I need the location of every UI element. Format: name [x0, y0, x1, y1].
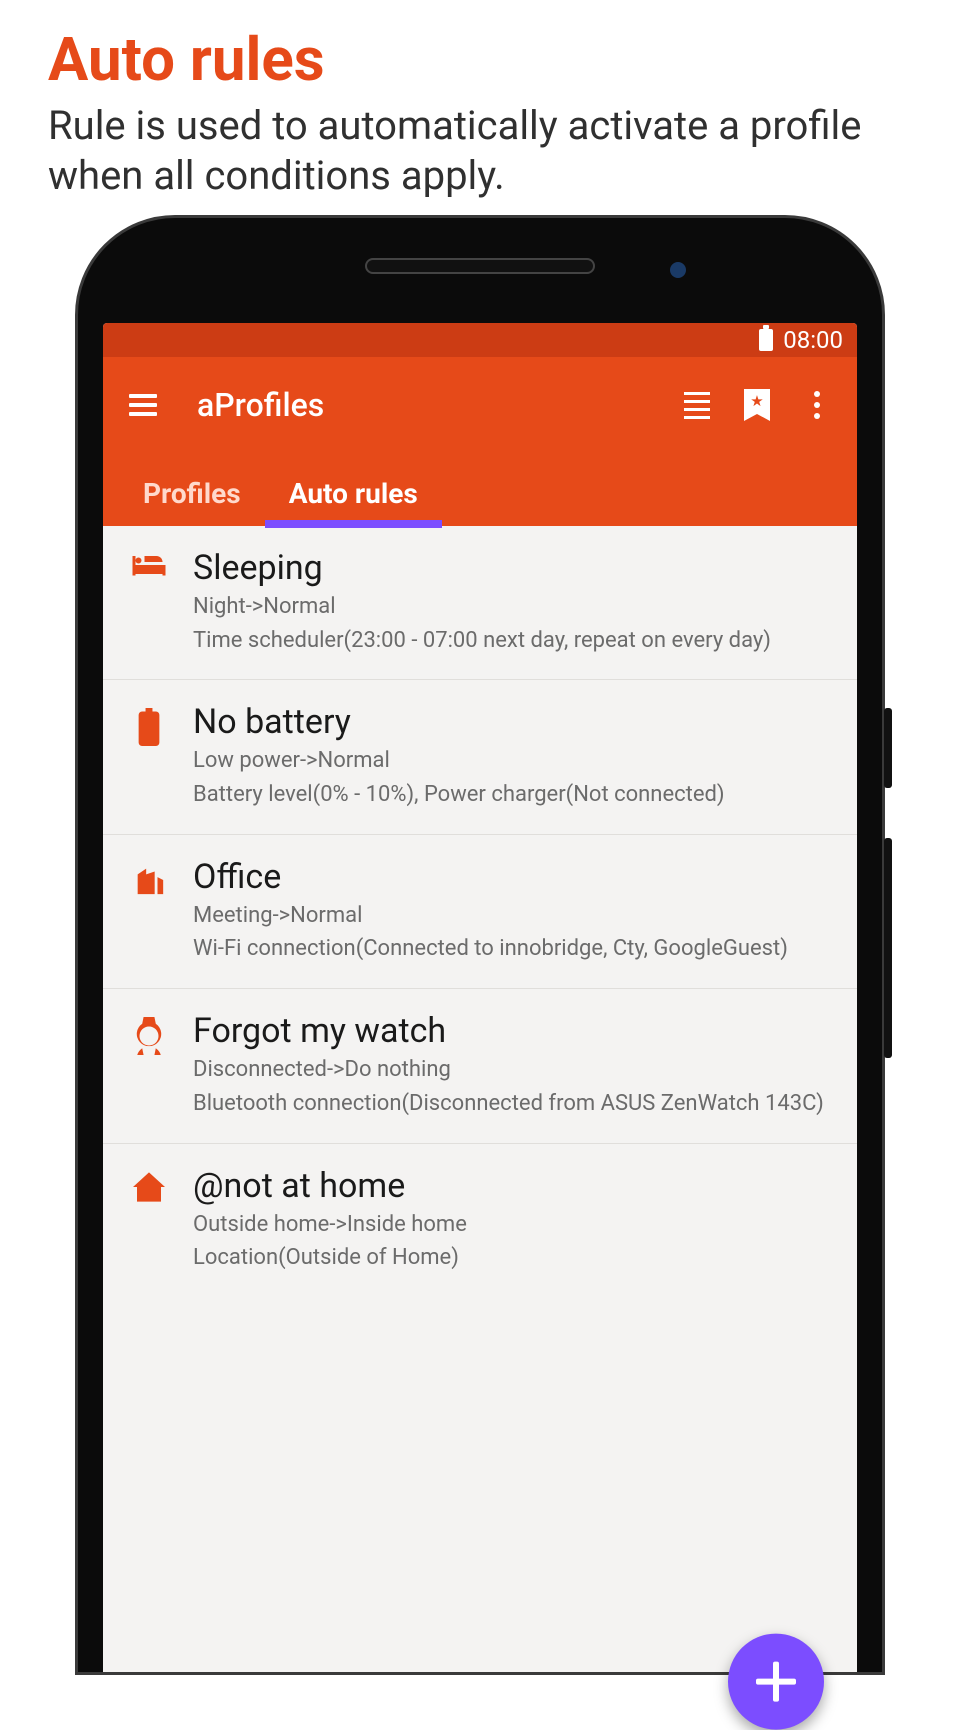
rule-transition: Disconnected->Do nothing — [193, 1055, 833, 1085]
rules-list: Sleeping Night->Normal Time scheduler(23… — [103, 526, 857, 1672]
app-title: aProfiles — [197, 386, 661, 424]
add-rule-fab[interactable] — [728, 1634, 824, 1730]
rule-transition: Night->Normal — [193, 592, 833, 622]
promo-header: Auto rules Rule is used to automatically… — [0, 0, 960, 210]
phone-frame: 08:00 aProfiles — [75, 215, 885, 1675]
building-icon — [127, 857, 171, 964]
rule-detail: Battery level(0% - 10%), Power charger(N… — [193, 780, 833, 810]
rule-title: No battery — [193, 702, 833, 742]
bookmark-star-icon — [744, 389, 770, 421]
rule-title: Forgot my watch — [193, 1011, 833, 1051]
bookmark-button[interactable] — [733, 381, 781, 429]
promo-title: Auto rules — [48, 24, 912, 95]
rule-detail: Time scheduler(23:00 - 07:00 next day, r… — [193, 626, 833, 656]
sensor-dot — [670, 262, 686, 278]
rule-detail: Location(Outside of Home) — [193, 1243, 833, 1273]
screen: 08:00 aProfiles — [103, 323, 857, 1672]
rule-title: @not at home — [193, 1166, 833, 1206]
battery-icon — [759, 329, 773, 351]
tab-bar: Profiles Auto rules — [119, 463, 841, 526]
rule-row[interactable]: Sleeping Night->Normal Time scheduler(23… — [103, 526, 857, 680]
side-button — [884, 708, 892, 788]
bed-icon — [127, 548, 171, 655]
status-time: 08:00 — [783, 326, 843, 354]
plus-icon — [756, 1662, 796, 1702]
overflow-button[interactable] — [793, 381, 841, 429]
rule-title: Sleeping — [193, 548, 833, 588]
rule-row[interactable]: Office Meeting->Normal Wi-Fi connection(… — [103, 835, 857, 989]
volume-button — [884, 838, 892, 1058]
battery-alert-icon — [127, 702, 171, 809]
status-bar: 08:00 — [103, 323, 857, 357]
list-icon — [684, 392, 710, 419]
rule-title: Office — [193, 857, 833, 897]
rule-transition: Outside home->Inside home — [193, 1210, 833, 1240]
rule-row[interactable]: No battery Low power->Normal Battery lev… — [103, 680, 857, 834]
promo-subtitle: Rule is used to automatically activate a… — [48, 101, 912, 200]
tab-auto-rules[interactable]: Auto rules — [265, 463, 442, 526]
list-view-button[interactable] — [673, 381, 721, 429]
menu-button[interactable] — [119, 381, 167, 429]
more-vert-icon — [814, 391, 820, 419]
app-bar: aProfiles Profiles Auto rules — [103, 357, 857, 526]
tab-profiles[interactable]: Profiles — [119, 463, 265, 526]
hamburger-icon — [129, 394, 157, 416]
earpiece — [365, 258, 595, 274]
rule-detail: Wi-Fi connection(Connected to innobridge… — [193, 934, 833, 964]
watch-icon — [127, 1011, 171, 1118]
home-icon — [127, 1166, 171, 1273]
rule-detail: Bluetooth connection(Disconnected from A… — [193, 1089, 833, 1119]
rule-row[interactable]: @not at home Outside home->Inside home L… — [103, 1144, 857, 1297]
rule-transition: Meeting->Normal — [193, 901, 833, 931]
rule-transition: Low power->Normal — [193, 746, 833, 776]
rule-row[interactable]: Forgot my watch Disconnected->Do nothing… — [103, 989, 857, 1143]
